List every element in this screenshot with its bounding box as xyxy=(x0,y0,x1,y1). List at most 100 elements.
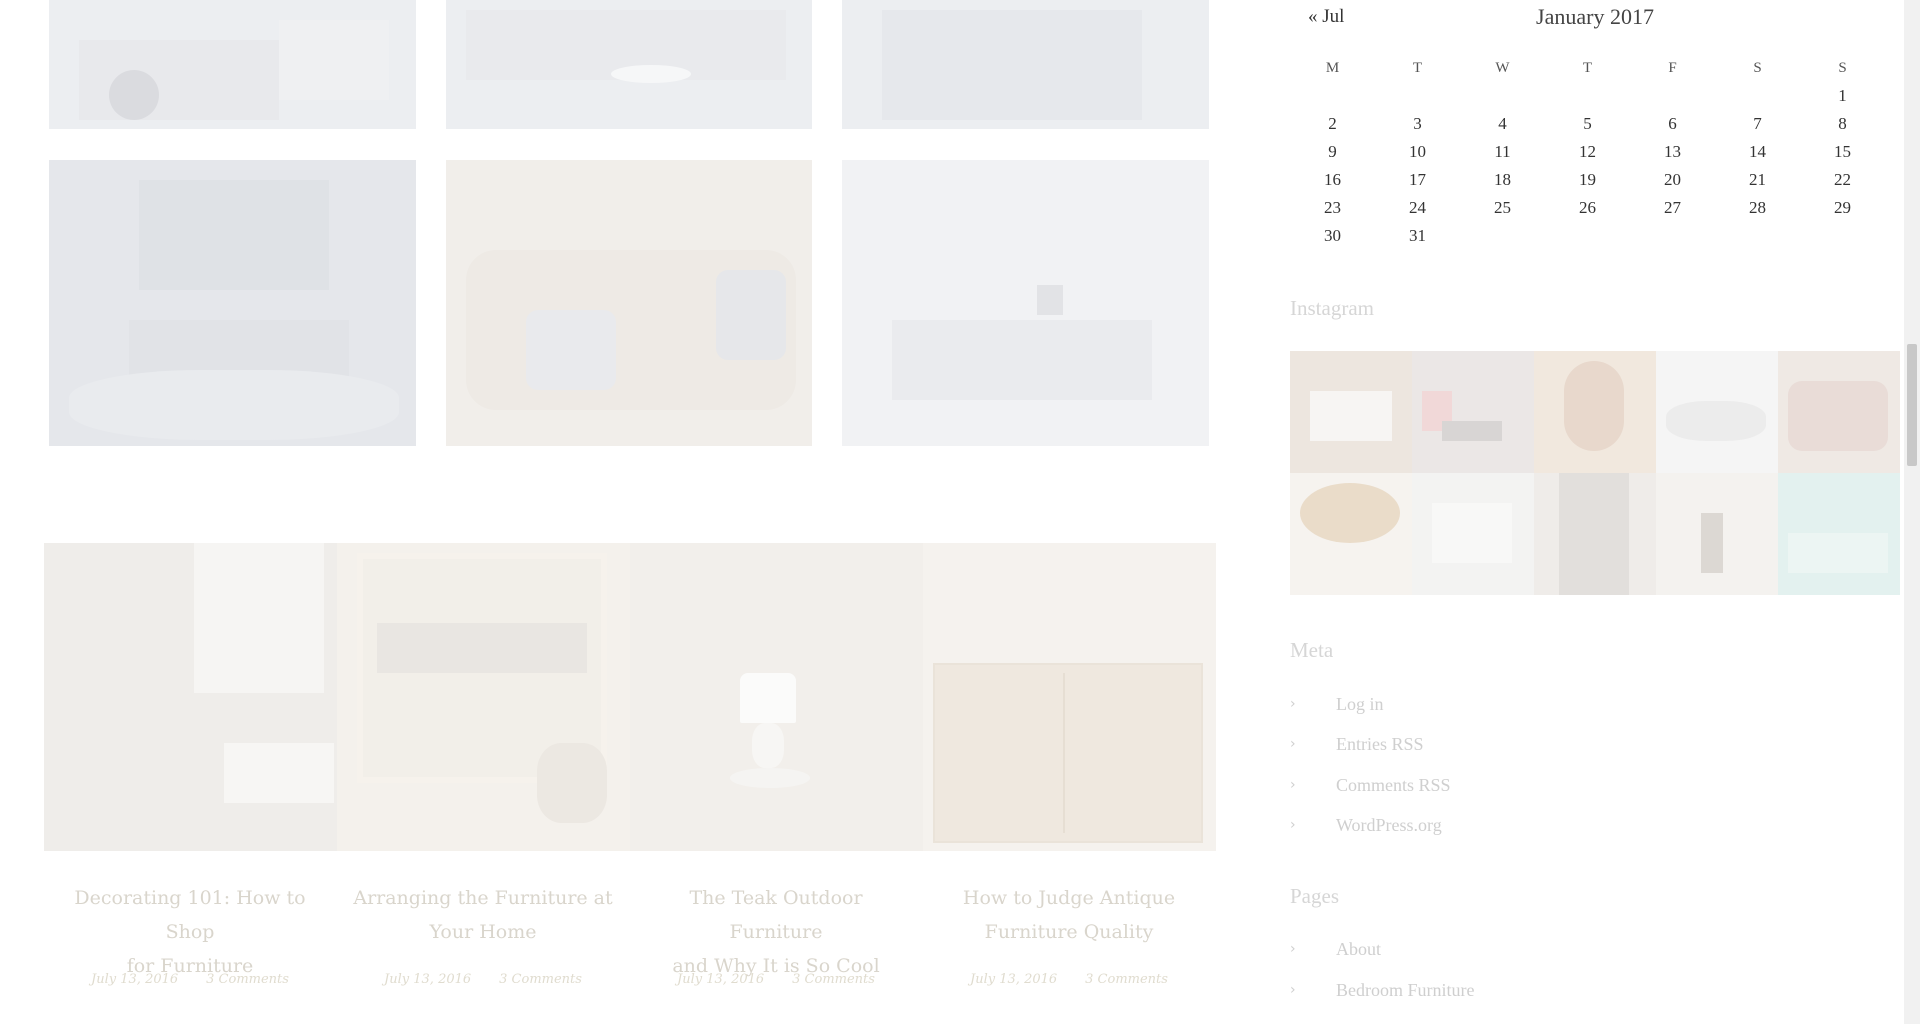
cushion-shape xyxy=(526,310,616,390)
post-comments-link[interactable]: 3 Comments xyxy=(792,972,875,987)
instagram-photo[interactable] xyxy=(1412,351,1534,473)
calendar-day: 8 xyxy=(1838,114,1847,133)
meta-link-wordpress[interactable]: › WordPress.org xyxy=(1290,813,1442,837)
post-image[interactable] xyxy=(337,543,630,851)
instagram-title: Instagram xyxy=(1290,296,1374,320)
furniture-shape xyxy=(611,65,691,83)
instagram-photo[interactable] xyxy=(1778,351,1900,473)
window-shape xyxy=(139,180,329,290)
calendar-week-row: 16 17 18 19 20 21 22 xyxy=(1290,166,1885,194)
post-date[interactable]: July 13, 2016 xyxy=(677,972,764,987)
calendar-grid: M T W T F S S 1 2 3 4 5 6 7 8 9 10 11 12 13 14 15 16 17 1… xyxy=(1290,54,1885,250)
meta-link-label[interactable]: WordPress.org xyxy=(1336,815,1442,836)
sofa-shape xyxy=(224,743,334,803)
meta-link-label[interactable]: Comments RSS xyxy=(1336,775,1451,796)
post-meta: July 13, 2016 3 Comments xyxy=(939,972,1199,987)
post-comments-link[interactable]: 3 Comments xyxy=(499,972,582,987)
post-title[interactable]: Decorating 101: How to Shop for Furnitur… xyxy=(60,881,320,983)
gallery-image[interactable] xyxy=(49,160,416,446)
post-title[interactable]: Arranging the Furniture at Your Home xyxy=(353,881,613,949)
meta-link-label[interactable]: Log in xyxy=(1336,694,1384,715)
person-shape xyxy=(1701,513,1723,573)
meta-title: Meta xyxy=(1290,638,1334,662)
post-date[interactable]: July 13, 2016 xyxy=(970,972,1057,987)
post-date[interactable]: July 13, 2016 xyxy=(91,972,178,987)
instagram-photo[interactable] xyxy=(1290,351,1412,473)
calendar-day: 1 xyxy=(1838,86,1847,105)
vase-shape xyxy=(1037,285,1063,315)
post-title[interactable]: The Teak Outdoor Furniture and Why It is… xyxy=(646,881,906,983)
gallery-image[interactable] xyxy=(842,0,1209,129)
calendar-week-row: 2 3 4 5 6 7 8 xyxy=(1290,110,1885,138)
calendar-day: 15 xyxy=(1834,142,1851,161)
pages-link-about[interactable]: › About xyxy=(1290,937,1381,961)
post-date[interactable]: July 13, 2016 xyxy=(384,972,471,987)
meta-link-entries-rss[interactable]: › Entries RSS xyxy=(1290,732,1424,756)
calendar-day: 24 xyxy=(1409,198,1426,217)
chevron-right-icon: › xyxy=(1290,982,1296,998)
calendar-week-row: 9 10 11 12 13 14 15 xyxy=(1290,138,1885,166)
post-title-line: Your Home xyxy=(429,921,537,943)
calendar-day: 26 xyxy=(1579,198,1596,217)
instagram-photo[interactable] xyxy=(1534,473,1656,595)
post-meta: July 13, 2016 3 Comments xyxy=(353,972,613,987)
weekday-label: W xyxy=(1495,59,1510,76)
calendar-day: 10 xyxy=(1409,142,1426,161)
calendar-day: 5 xyxy=(1583,114,1592,133)
cabinet-divider xyxy=(1063,673,1065,833)
post-title-line: Furniture Quality xyxy=(984,921,1154,943)
scrollbar-thumb[interactable] xyxy=(1907,344,1917,466)
calendar-weekday-row: M T W T F S S xyxy=(1290,54,1885,82)
meta-link-label[interactable]: Entries RSS xyxy=(1336,734,1424,755)
furniture-shape xyxy=(279,20,389,100)
meta-link-comments-rss[interactable]: › Comments RSS xyxy=(1290,773,1451,797)
scrollbar-track[interactable] xyxy=(1904,0,1920,1024)
instagram-photo[interactable] xyxy=(1778,473,1900,595)
gallery-image[interactable] xyxy=(842,160,1209,446)
furniture-shape xyxy=(79,40,279,120)
post-image[interactable] xyxy=(923,543,1216,851)
post-title-line: Decorating 101: How to Shop xyxy=(74,887,306,943)
calendar-day: 4 xyxy=(1498,114,1507,133)
meta-link-login[interactable]: › Log in xyxy=(1290,692,1384,716)
post-title[interactable]: How to Judge Antique Furniture Quality xyxy=(939,881,1199,949)
post-comments-link[interactable]: 3 Comments xyxy=(1085,972,1168,987)
gallery-image[interactable] xyxy=(49,0,416,129)
pages-link-label[interactable]: About xyxy=(1336,939,1381,960)
gallery-image[interactable] xyxy=(446,0,812,129)
calendar-day: 31 xyxy=(1409,226,1426,245)
calendar-day: 21 xyxy=(1749,170,1766,189)
post-title-line: Arranging the Furniture at xyxy=(353,887,613,909)
cushion-shape xyxy=(716,270,786,360)
instagram-photo[interactable] xyxy=(1534,351,1656,473)
counter-shape xyxy=(1666,401,1766,441)
calendar-week-row: 30 31 xyxy=(1290,222,1885,250)
gallery-image[interactable] xyxy=(446,160,812,446)
calendar-day: 2 xyxy=(1328,114,1337,133)
room-shape xyxy=(1788,533,1888,573)
instagram-photo[interactable] xyxy=(1412,473,1534,595)
post-image[interactable] xyxy=(44,543,337,851)
instagram-photo[interactable] xyxy=(1656,351,1778,473)
post-title-line: The Teak Outdoor Furniture xyxy=(689,887,863,943)
calendar-day: 29 xyxy=(1834,198,1851,217)
calendar-week-row: 1 xyxy=(1290,82,1885,110)
calendar-day: 27 xyxy=(1664,198,1681,217)
weekday-label: S xyxy=(1838,59,1847,76)
calendar-day: 22 xyxy=(1834,170,1851,189)
weekday-label: T xyxy=(1412,59,1423,76)
instagram-photo[interactable] xyxy=(1656,473,1778,595)
post-image[interactable] xyxy=(630,543,923,851)
shelf-items xyxy=(377,623,587,673)
weekday-label: F xyxy=(1668,59,1677,76)
post-comments-link[interactable]: 3 Comments xyxy=(206,972,289,987)
instagram-photo[interactable] xyxy=(1290,473,1412,595)
pages-link-bedroom-furniture[interactable]: › Bedroom Furniture xyxy=(1290,978,1474,1002)
post-meta: July 13, 2016 3 Comments xyxy=(60,972,320,987)
table-shape xyxy=(730,768,810,788)
cabinet-shape xyxy=(933,663,1203,843)
calendar-prev-link[interactable]: « Jul xyxy=(1308,6,1344,28)
chevron-right-icon: › xyxy=(1290,777,1296,793)
furniture-shape xyxy=(882,10,1142,120)
pages-link-label[interactable]: Bedroom Furniture xyxy=(1336,980,1474,1001)
